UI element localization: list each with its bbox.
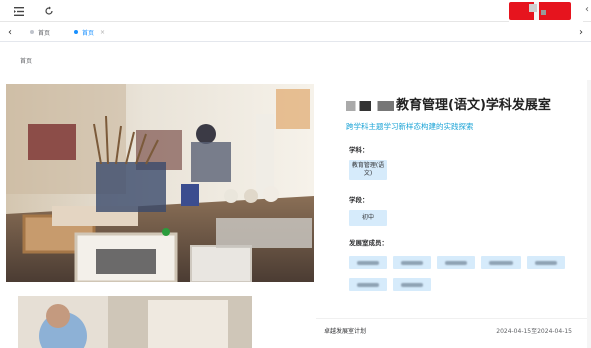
tab-status-dot xyxy=(30,30,34,34)
user-avatar-banner xyxy=(509,2,571,20)
tabs-scroll-left-icon[interactable]: ‹ xyxy=(4,25,16,39)
breadcrumb-bar: 首页 xyxy=(0,42,591,80)
redacted-mark xyxy=(529,4,537,12)
redacted-mark xyxy=(400,260,424,265)
tabs-scroll-right-icon[interactable]: › xyxy=(575,25,587,39)
members-label: 发展室成员： xyxy=(349,239,388,247)
member-chip[interactable] xyxy=(349,256,387,269)
redacted-mark xyxy=(356,282,380,287)
chevron-left-icon[interactable]: ‹ xyxy=(585,4,589,15)
stage-label: 学段： xyxy=(349,196,369,204)
studio-title-text: 教育管理(语文)学科发展室 xyxy=(396,98,551,113)
plan-date-range: 2024-04-15至2024-04-15 xyxy=(496,328,572,335)
member-photo xyxy=(18,296,252,348)
studio-cover-image xyxy=(6,84,314,282)
member-chip[interactable] xyxy=(393,278,431,291)
tabs-bar: ‹ 首页 首页 × › xyxy=(0,22,591,42)
tab-label: 首页 xyxy=(38,29,51,37)
top-toolbar: ‹ xyxy=(0,0,591,22)
redacted-mark xyxy=(346,100,394,111)
redacted-mark xyxy=(400,282,424,287)
tab-status-dot xyxy=(74,30,78,34)
tab-label: 首页 xyxy=(82,29,95,37)
plan-name: 卓越发展室计划 xyxy=(324,328,367,335)
breadcrumb[interactable]: 首页 xyxy=(20,56,32,65)
studio-title: 教育管理(语文)学科发展室 xyxy=(346,94,551,113)
subject-label: 学科： xyxy=(349,146,369,154)
tab-home-1[interactable]: 首页 xyxy=(30,25,50,39)
plan-row[interactable]: 卓越发展室计划 2024-04-15至2024-04-15 xyxy=(316,318,588,338)
stage-tag: 初中 xyxy=(349,210,387,226)
redacted-mark xyxy=(444,260,468,265)
member-chip[interactable] xyxy=(527,256,565,269)
user-profile[interactable]: ‹ xyxy=(509,0,589,22)
redacted-mark xyxy=(356,260,380,265)
subject-tag: 教育管理(语文) xyxy=(349,160,387,180)
member-chip[interactable] xyxy=(349,278,387,291)
redacted-mark xyxy=(541,10,546,15)
scrollbar[interactable] xyxy=(587,80,591,348)
redacted-mark xyxy=(534,260,558,265)
refresh-icon[interactable] xyxy=(42,4,56,18)
tab-home-2[interactable]: 首页 × xyxy=(74,25,105,39)
member-chip[interactable] xyxy=(481,256,521,269)
studio-detail: 教育管理(语文)学科发展室 跨学科主题学习新样态构建的实践探索 学科： 教育管理… xyxy=(0,80,591,348)
member-chip[interactable] xyxy=(393,256,431,269)
close-icon[interactable]: × xyxy=(100,29,105,36)
menu-fold-icon[interactable] xyxy=(12,4,26,18)
member-chip[interactable] xyxy=(437,256,475,269)
redacted-mark xyxy=(489,260,513,265)
studio-subtitle: 跨学科主题学习新样态构建的实践探索 xyxy=(346,122,474,131)
